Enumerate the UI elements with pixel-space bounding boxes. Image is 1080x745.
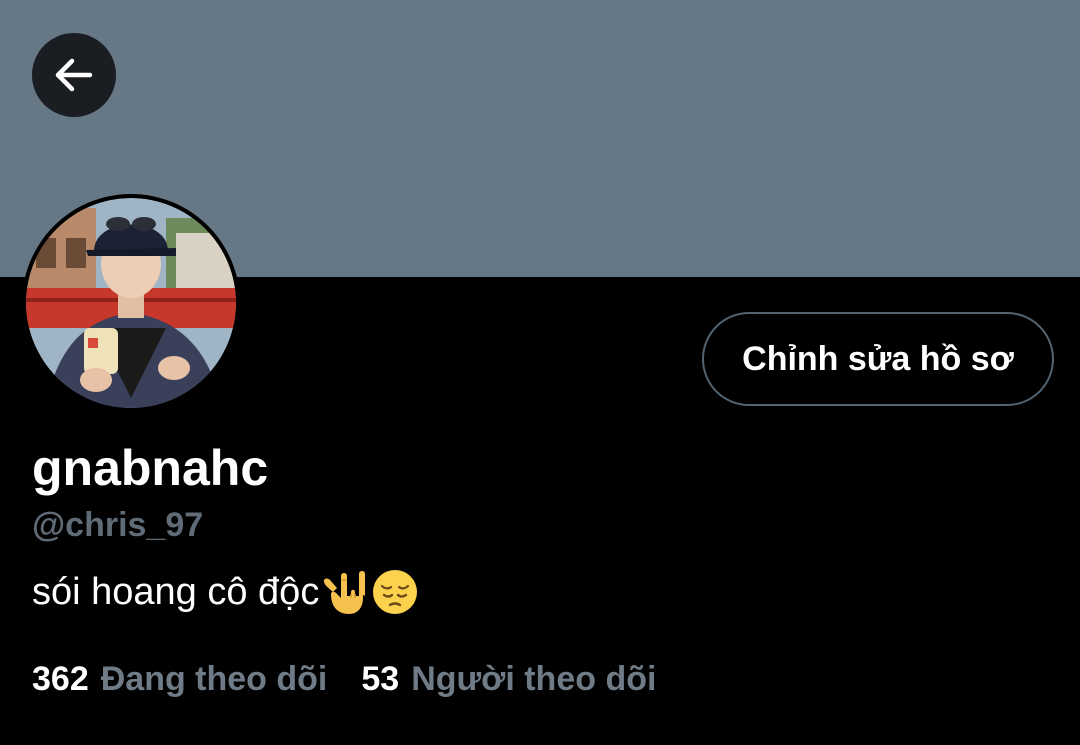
avatar[interactable]: [22, 194, 240, 412]
edit-profile-button[interactable]: Chỉnh sửa hồ sơ: [702, 312, 1054, 406]
back-arrow-icon: [52, 53, 96, 97]
love-you-gesture-emoji: [321, 568, 369, 616]
bio: sói hoang cô độc: [32, 568, 419, 616]
display-name: gnabnahc: [32, 440, 269, 496]
followers-link[interactable]: 53 Người theo dõi: [361, 656, 656, 702]
back-button[interactable]: [32, 33, 116, 117]
follow-stats: 362 Đang theo dõi 53 Người theo dõi: [32, 656, 690, 702]
bio-text: sói hoang cô độc: [32, 571, 320, 613]
following-label: Đang theo dõi: [100, 660, 328, 698]
followers-count: 53: [361, 660, 400, 698]
pensive-face-emoji: [371, 568, 419, 616]
profile-page: Chỉnh sửa hồ sơ gnabnahc @chris_97 sói h…: [0, 0, 1080, 745]
followers-label: Người theo dõi: [411, 660, 657, 698]
following-count: 362: [32, 660, 89, 698]
following-link[interactable]: 362 Đang theo dõi: [32, 656, 327, 702]
username-handle: @chris_97: [32, 506, 204, 544]
